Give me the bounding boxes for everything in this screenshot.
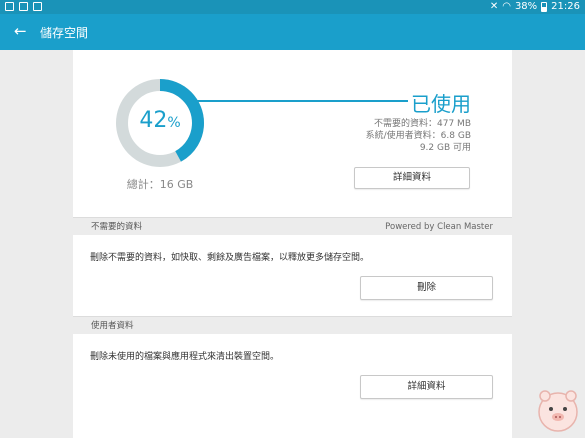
usage-percent-value: 42 [139, 108, 168, 133]
unnecessary-data-title: 不需要的資料 [91, 222, 143, 232]
user-data-header: 使用者資料 [73, 316, 512, 334]
storage-details-button[interactable]: 詳細資料 [354, 167, 470, 189]
usage-percent: 42% [115, 108, 205, 133]
user-data-description: 刪除未使用的檔案與應用程式來清出裝置空間。 [90, 352, 280, 362]
unnecessary-data-description: 刪除不需要的資料，如快取、剩餘及廣告檔案，以釋放更多儲存空間。 [90, 253, 370, 263]
system-data-line: 系統/使用者資料：6.8 GB [365, 131, 471, 141]
delete-button[interactable]: 刪除 [360, 276, 493, 300]
mute-icon: ✕ [489, 1, 499, 12]
status-bar: ✕ ◠ 38% 21:26 [0, 0, 585, 14]
total-storage: 總計：16 GB [126, 178, 194, 191]
battery-icon [541, 1, 548, 12]
storage-breakdown: 不需要的資料：477 MB 系統/使用者資料：6.8 GB 9.2 GB 可用 [366, 118, 471, 154]
notification-icons [5, 2, 42, 11]
usage-percent-unit: % [167, 115, 181, 131]
calendar-notification-icon [19, 2, 28, 11]
app-bar: ← 儲存空間 [0, 14, 585, 50]
usage-connector-line [194, 100, 408, 102]
photo-notification-icon [33, 2, 42, 11]
battery-percent: 38% [514, 1, 538, 12]
available-line: 9.2 GB 可用 [419, 143, 471, 153]
user-data-details-button[interactable]: 詳細資料 [360, 375, 493, 399]
gallery-notification-icon [5, 2, 14, 11]
arrow-left-icon[interactable]: ← [14, 22, 27, 40]
used-label: 已使用 [411, 92, 471, 116]
page-title: 儲存空間 [40, 26, 89, 40]
unnecessary-data-header: 不需要的資料 Powered by Clean Master [73, 217, 512, 235]
user-data-title: 使用者資料 [91, 321, 134, 331]
mascot-watermark-icon [538, 390, 578, 432]
powered-by-label: Powered by Clean Master [385, 222, 493, 232]
clock: 21:26 [551, 1, 580, 12]
wifi-icon: ◠ [502, 1, 511, 12]
status-right: ✕ ◠ 38% 21:26 [490, 1, 580, 12]
unnecessary-data-line: 不需要的資料：477 MB [374, 119, 471, 129]
